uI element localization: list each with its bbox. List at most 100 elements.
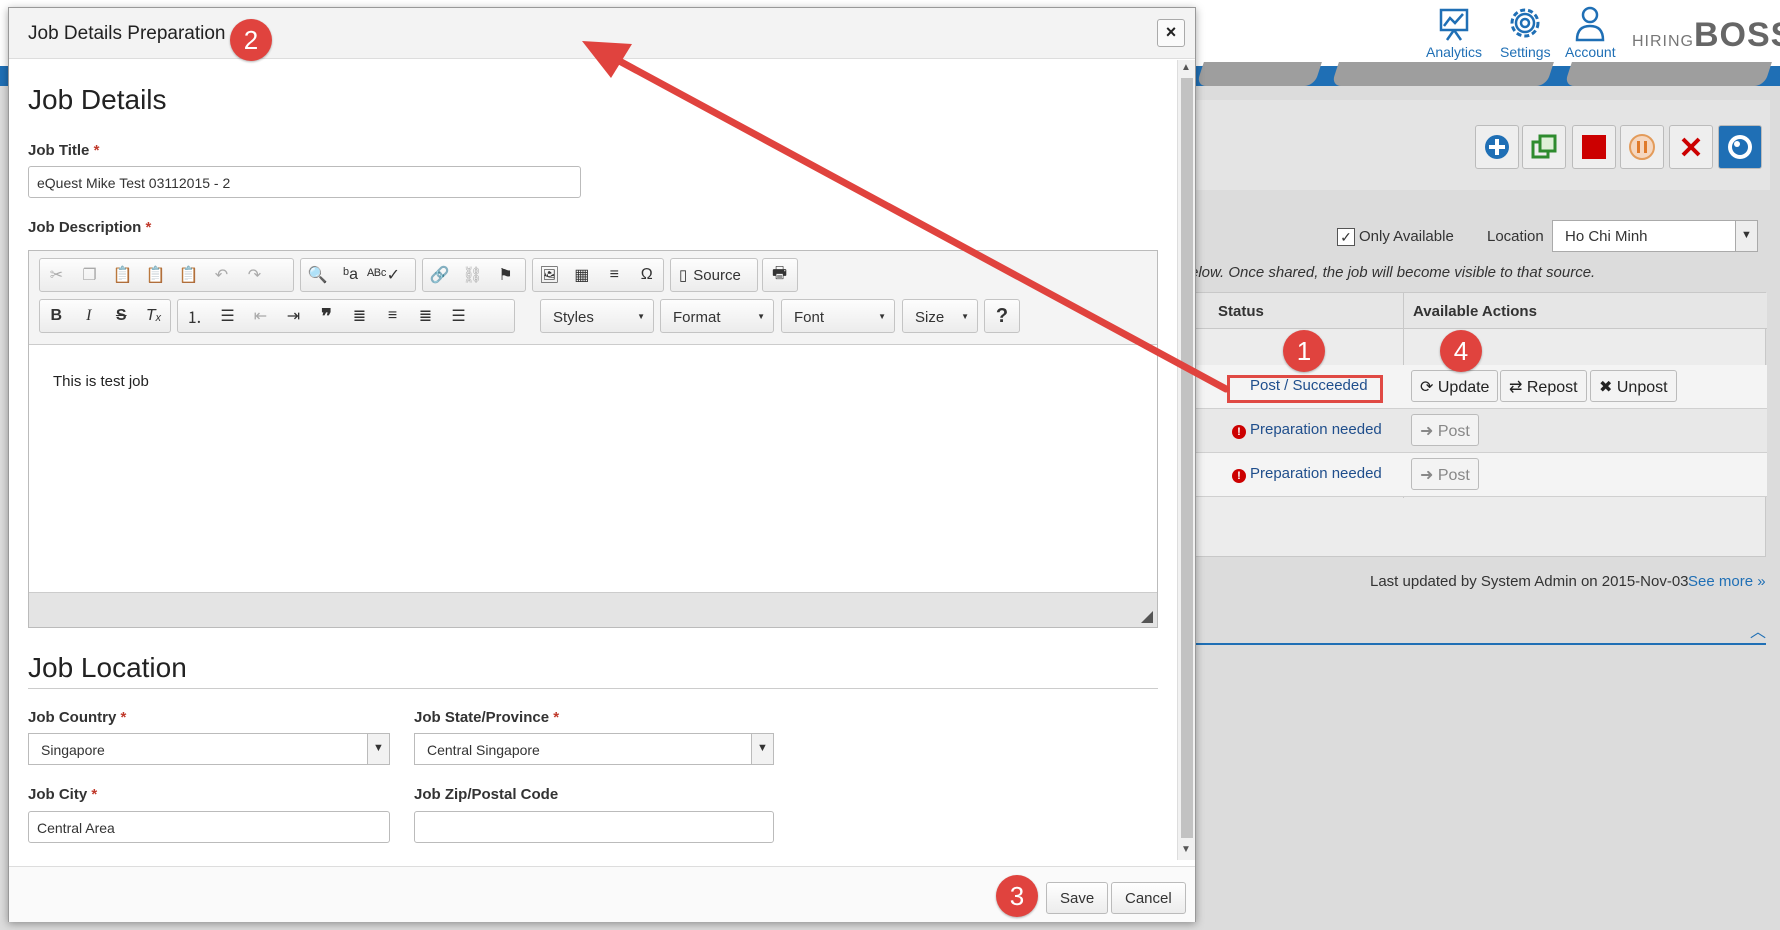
- job-country-select[interactable]: Singapore ▼: [28, 733, 390, 765]
- special-char-icon[interactable]: Ω: [631, 259, 664, 291]
- user-icon: [1576, 6, 1605, 42]
- paste-icon[interactable]: 📋: [106, 259, 139, 291]
- blockquote-icon[interactable]: ❞: [310, 300, 343, 332]
- scroll-up-icon[interactable]: ▲: [1181, 62, 1191, 73]
- pause-button[interactable]: [1620, 125, 1664, 169]
- close-button[interactable]: ×: [1157, 19, 1185, 47]
- print-group: 🖶: [762, 258, 798, 292]
- unlink-icon[interactable]: ⛓: [456, 259, 489, 291]
- styles-dropdown[interactable]: Styles ▼: [540, 299, 654, 333]
- stop-icon: [1582, 135, 1606, 159]
- anchor-flag-icon[interactable]: ⚑: [489, 259, 522, 291]
- print-icon[interactable]: 🖶: [763, 259, 796, 291]
- redo-icon[interactable]: ↷: [238, 259, 271, 291]
- scrollbar-thumb[interactable]: [1181, 78, 1193, 838]
- search-icon[interactable]: 🔍: [301, 259, 334, 291]
- post-button[interactable]: ➜ Post: [1411, 414, 1479, 446]
- nav-analytics-label: Analytics: [1426, 44, 1483, 60]
- delete-button[interactable]: [1669, 125, 1713, 169]
- editor-content[interactable]: This is test job: [29, 344, 1157, 593]
- align-right-icon[interactable]: ≣: [409, 300, 442, 332]
- source-button[interactable]: ▯ Source: [670, 258, 758, 292]
- job-title-input[interactable]: eQuest Mike Test 03112015 - 2: [28, 166, 581, 198]
- basic-style-group: B I S Tₓ: [39, 299, 171, 333]
- add-button[interactable]: [1475, 125, 1519, 169]
- strikethrough-icon[interactable]: S: [105, 300, 138, 332]
- location-label: Location: [1487, 228, 1544, 245]
- see-more-link[interactable]: See more »: [1688, 573, 1766, 590]
- header-actions: Available Actions: [1413, 303, 1537, 320]
- image-icon[interactable]: 🖼: [533, 259, 566, 291]
- retweet-icon: ⇄: [1509, 379, 1523, 396]
- replace-icon[interactable]: ᵇa: [334, 259, 367, 291]
- italic-icon[interactable]: I: [73, 300, 106, 332]
- last-updated-text: Last updated by System Admin on 2015-Nov…: [1370, 573, 1689, 590]
- horizontal-line-icon[interactable]: ≡: [598, 259, 631, 291]
- table-icon[interactable]: ▦: [566, 259, 599, 291]
- nav-account-label: Account: [1565, 44, 1616, 60]
- remove-format-icon[interactable]: Tₓ: [138, 300, 171, 332]
- nav-analytics[interactable]: Analytics: [1426, 4, 1482, 60]
- modal-body: Job Details Job Title * eQuest Mike Test…: [9, 60, 1195, 860]
- only-available-checkbox[interactable]: ✓: [1337, 228, 1355, 246]
- job-city-input[interactable]: Central Area: [28, 811, 390, 843]
- bulleted-list-icon[interactable]: ☰: [211, 300, 244, 332]
- align-center-icon[interactable]: ≡: [376, 300, 409, 332]
- bold-icon[interactable]: B: [40, 300, 73, 332]
- editor-footer: [29, 593, 1157, 627]
- job-zip-input[interactable]: [414, 811, 774, 843]
- job-details-modal: Job Details Preparation × Job Details Jo…: [8, 7, 1196, 922]
- job-state-select[interactable]: Central Singapore ▼: [414, 733, 774, 765]
- scroll-down-icon[interactable]: ▼: [1181, 844, 1191, 855]
- outdent-icon[interactable]: ⇤: [244, 300, 277, 332]
- hiringboss-logo: HIRINGBOSS: [1632, 16, 1780, 54]
- paste-text-icon[interactable]: 📋: [139, 259, 172, 291]
- size-dropdown[interactable]: Size ▼: [902, 299, 978, 333]
- justify-icon[interactable]: ☰: [442, 300, 475, 332]
- nav-account[interactable]: Account: [1565, 4, 1616, 60]
- bg-tab[interactable]: [1564, 62, 1772, 86]
- annotation-badge-2: 2: [230, 19, 272, 61]
- caret-down-icon: ▼: [637, 312, 645, 321]
- location-select[interactable]: Ho Chi Minh ▼: [1552, 220, 1758, 252]
- post-button[interactable]: ➜ Post: [1411, 458, 1479, 490]
- nav-settings[interactable]: Settings: [1500, 4, 1551, 60]
- update-button[interactable]: ⟳ Update: [1411, 370, 1499, 402]
- bg-tab[interactable]: [1196, 62, 1322, 86]
- save-button[interactable]: Save: [1046, 882, 1109, 914]
- section-job-details: Job Details: [28, 84, 167, 115]
- indent-icon[interactable]: ⇥: [277, 300, 310, 332]
- header-status: Status: [1218, 303, 1264, 320]
- insert-group: 🖼 ▦ ≡ Ω: [532, 258, 664, 292]
- link-icon[interactable]: 🔗: [423, 259, 456, 291]
- caret-down-icon: ▼: [878, 312, 886, 321]
- format-dropdown[interactable]: Format ▼: [660, 299, 774, 333]
- chevron-down-icon: ▼: [367, 734, 389, 764]
- modal-scrollbar[interactable]: ▲ ▼: [1177, 60, 1195, 860]
- font-dropdown[interactable]: Font ▼: [781, 299, 895, 333]
- spellcheck-icon[interactable]: ᴬᴮᶜ✓: [367, 259, 400, 291]
- unpost-button[interactable]: ✖ Unpost: [1590, 370, 1677, 402]
- pause-icon: [1629, 134, 1655, 160]
- align-left-icon[interactable]: ≣: [343, 300, 376, 332]
- help-button[interactable]: ?: [984, 299, 1020, 333]
- cut-icon[interactable]: ✂: [40, 259, 73, 291]
- copy-button[interactable]: [1522, 125, 1566, 169]
- repost-button[interactable]: ⇄ Repost: [1500, 370, 1587, 402]
- paste-word-icon[interactable]: 📋: [172, 259, 205, 291]
- bg-tab[interactable]: [1331, 62, 1554, 86]
- resize-handle[interactable]: [1141, 611, 1153, 623]
- undo-icon[interactable]: ↶: [205, 259, 238, 291]
- plus-circle-icon: [1485, 135, 1509, 159]
- publish-button[interactable]: [1718, 125, 1762, 169]
- section-job-location: Job Location: [28, 652, 187, 683]
- stop-button[interactable]: [1572, 125, 1616, 169]
- warning-icon: !: [1232, 425, 1246, 439]
- numbered-list-icon[interactable]: ⒈: [178, 300, 211, 332]
- rich-text-editor: ✂ ❐ 📋 📋 📋 ↶ ↷ 🔍 ᵇa ᴬᴮᶜ✓ 🔗 ⛓ ⚑ 🖼 ▦ ≡ Ω ▯ …: [28, 250, 1158, 628]
- share-hint-text: elow. Once shared, the job will become v…: [1190, 264, 1596, 281]
- refresh-icon: ⟳: [1420, 379, 1434, 396]
- collapse-icon[interactable]: ︿: [1750, 618, 1766, 642]
- cancel-button[interactable]: Cancel: [1111, 882, 1186, 914]
- copy-icon[interactable]: ❐: [73, 259, 106, 291]
